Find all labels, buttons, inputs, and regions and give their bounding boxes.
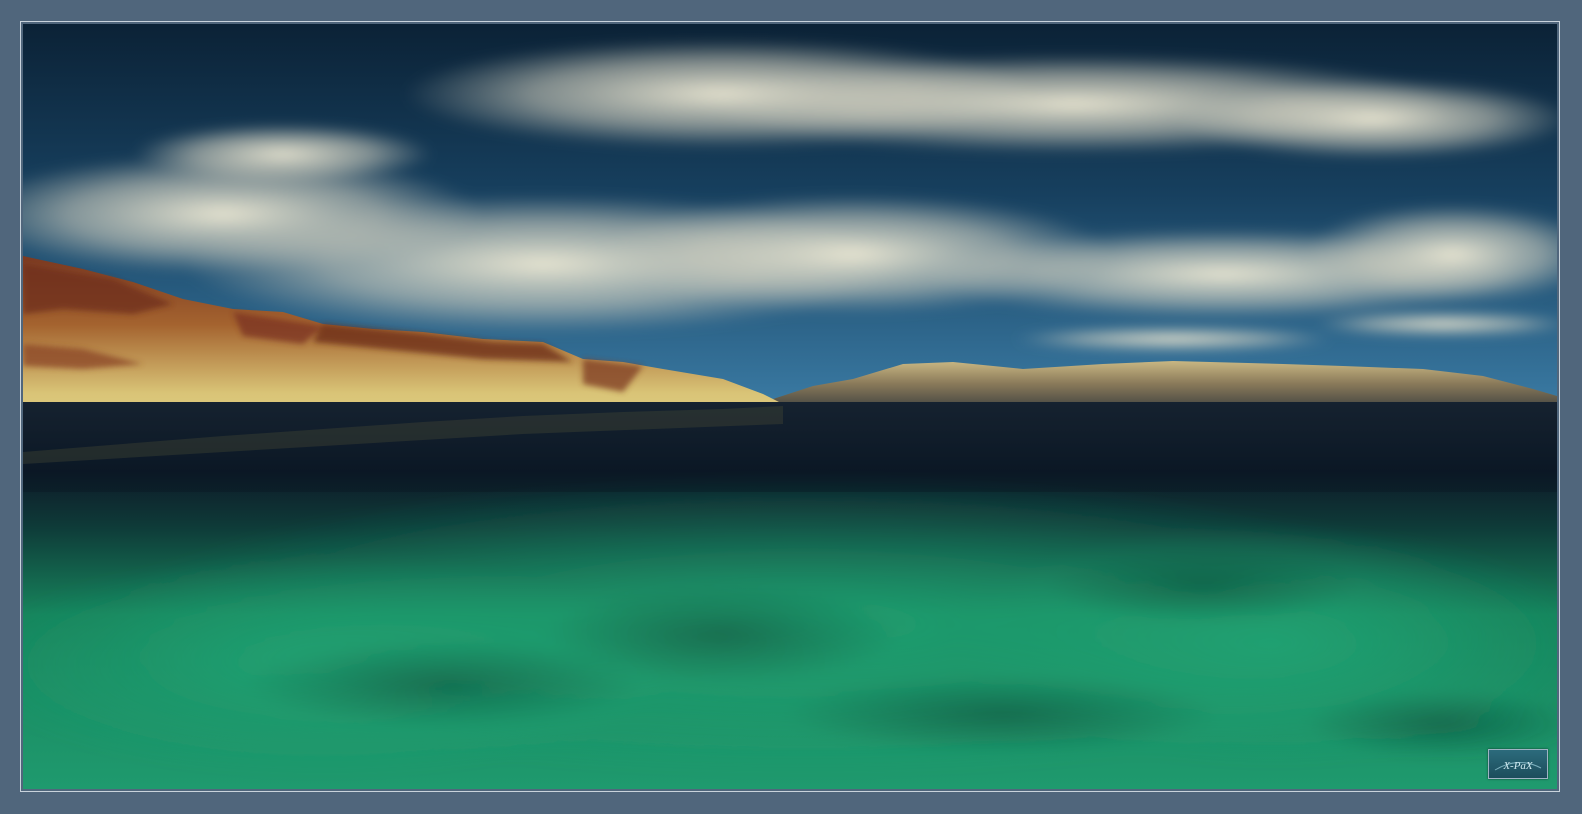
artist-signature-logo: X-PaX bbox=[1488, 749, 1548, 779]
picture-frame: X-PaX bbox=[0, 0, 1582, 814]
svg-text:X-PaX: X-PaX bbox=[1502, 760, 1534, 772]
landscape-render bbox=[23, 24, 1557, 789]
